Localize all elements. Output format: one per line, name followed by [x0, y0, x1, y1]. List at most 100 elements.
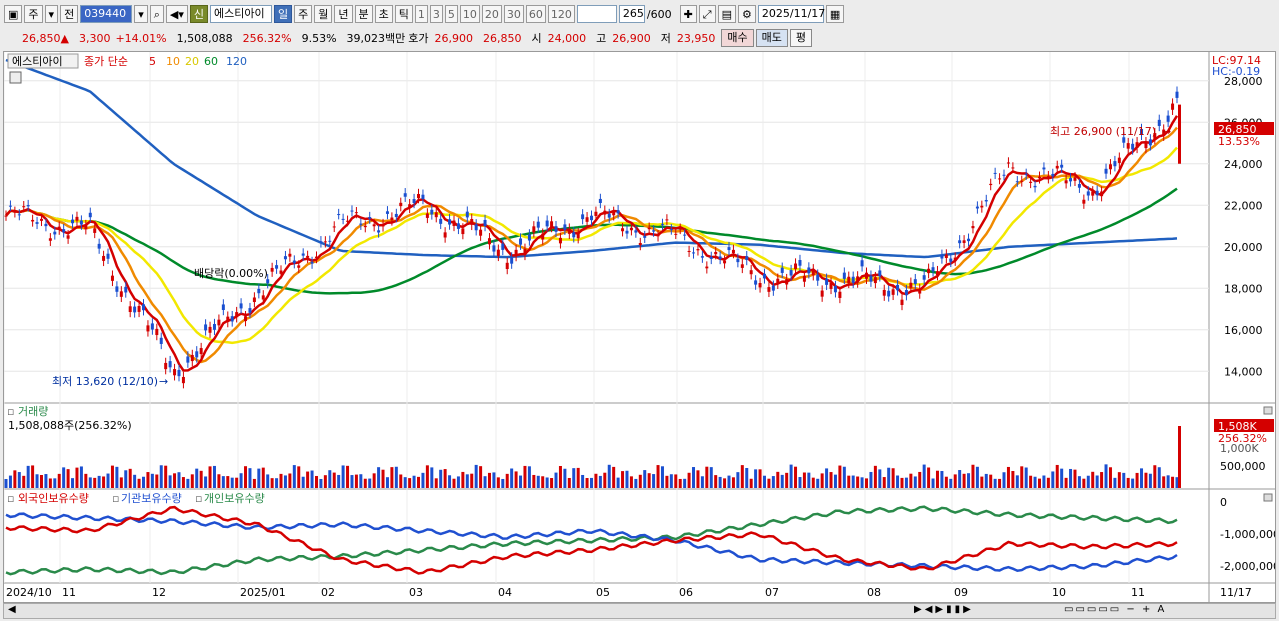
save-icon[interactable]: ▤ — [717, 5, 737, 23]
interval-1[interactable]: 1 — [414, 5, 428, 23]
volume-bar — [878, 469, 882, 488]
ask-price: 26,900 — [434, 31, 474, 45]
chart-panel[interactable]: 에스티아이 종가 단순 5 10 20 60 120 LC:97.14 HC:-… — [3, 51, 1276, 603]
candle-body — [470, 219, 474, 225]
crosshair-icon[interactable]: ✚ — [679, 5, 697, 23]
candle-body — [226, 316, 230, 323]
candle-body — [745, 256, 749, 261]
period-tab-tick[interactable]: 틱 — [394, 5, 413, 23]
volume-bar — [958, 470, 962, 488]
candle-body — [616, 210, 620, 214]
volume-bar — [887, 467, 891, 488]
chart-canvas[interactable]: 에스티아이 종가 단순 5 10 20 60 120 LC:97.14 HC:-… — [4, 52, 1275, 602]
candle-body — [674, 233, 678, 235]
candle-body — [603, 210, 607, 215]
count-input[interactable]: 265 — [618, 5, 645, 23]
volume-bar — [84, 473, 88, 488]
candle-body — [177, 369, 181, 377]
candle-body — [417, 193, 421, 199]
volume-bar — [1135, 472, 1139, 488]
holdings-panel-close-icon[interactable] — [1263, 493, 1273, 502]
volume-value: 1,508,088주(256.32%) — [8, 419, 132, 432]
period-tab-minute[interactable]: 분 — [354, 5, 373, 23]
candle-body — [838, 291, 842, 298]
period-tab-month[interactable]: 월 — [314, 5, 333, 23]
volume-bar — [723, 478, 727, 488]
volume-bar — [230, 477, 234, 488]
candle-body — [572, 232, 576, 238]
zoom-controls-icon[interactable]: ▭▭▭▭▭ − + A — [1064, 604, 1166, 615]
layout-icon[interactable]: ▣ — [4, 5, 23, 23]
interval-5[interactable]: 5 — [444, 5, 458, 23]
search-icon[interactable]: ⌕ — [149, 5, 164, 23]
volume-bar — [1069, 468, 1073, 488]
volume-bar — [523, 465, 527, 488]
volume-bar — [935, 470, 939, 488]
candle-body — [159, 337, 163, 344]
interval-20[interactable]: 20 — [481, 5, 502, 23]
volume-bar — [953, 474, 957, 488]
gear-icon[interactable]: ⚙ — [738, 5, 756, 23]
candle-body — [891, 289, 895, 295]
candle-body — [798, 259, 802, 266]
volume-bar — [26, 465, 30, 488]
custom-interval-input[interactable] — [576, 5, 617, 23]
candle-body — [257, 288, 261, 294]
volume-bar — [102, 476, 106, 488]
chevron-down-icon[interactable]: ▾ — [44, 5, 59, 23]
period-tab-year[interactable]: 년 — [334, 5, 353, 23]
code-dropdown-icon[interactable]: ▾ — [134, 5, 148, 23]
volume-bar — [195, 468, 199, 488]
calendar-icon[interactable]: ▦ — [825, 5, 845, 23]
volume-panel-close-icon[interactable] — [1263, 406, 1273, 415]
type-select[interactable]: 주 — [24, 5, 43, 23]
volume-bar — [181, 477, 185, 488]
volume-bar — [93, 477, 97, 488]
candle-body — [829, 282, 833, 289]
candle-body — [71, 219, 75, 224]
interval-120[interactable]: 120 — [547, 5, 575, 23]
volume-bar — [261, 467, 265, 488]
playback-controls-icon[interactable]: ▶◀▶▮▮▶ — [914, 604, 974, 615]
buy-button[interactable]: 매수 — [721, 29, 754, 47]
table-icon[interactable] — [9, 71, 22, 84]
prev-button[interactable]: 전 — [60, 5, 79, 23]
sell-button[interactable]: 매도 — [755, 29, 788, 47]
candle-body — [621, 228, 625, 232]
candle-body — [541, 233, 545, 240]
period-tab-second[interactable]: 초 — [374, 5, 393, 23]
high-arrow-icon: → — [1162, 125, 1171, 138]
x-axis-label: 03 — [409, 586, 423, 599]
candle-body — [1037, 176, 1041, 179]
new-badge[interactable]: 신 — [189, 5, 208, 23]
candle-body — [137, 306, 141, 312]
interval-3[interactable]: 3 — [429, 5, 443, 23]
candle-body — [230, 316, 234, 322]
volume-bar — [736, 472, 740, 488]
interval-30[interactable]: 30 — [503, 5, 524, 23]
stock-code-input[interactable]: 039440 — [80, 5, 133, 23]
scroll-left-icon[interactable]: ◀ — [8, 604, 16, 615]
volume-bar — [1064, 477, 1068, 488]
volume-bar — [430, 467, 434, 488]
volume-bar — [962, 473, 966, 488]
volume-bar — [1104, 464, 1108, 488]
holdings-tick-0: 0 — [1220, 496, 1227, 509]
volume-bar — [456, 476, 460, 488]
date-input[interactable]: 2025/11/17 — [757, 5, 825, 23]
volume-bar — [1020, 466, 1024, 488]
volume-bar — [119, 477, 123, 488]
candle-body — [696, 249, 700, 251]
interval-60[interactable]: 60 — [525, 5, 546, 23]
draw-tool-icon[interactable]: ⤢ — [698, 5, 716, 23]
x-axis-label: 2025/01 — [240, 586, 286, 599]
price-change: 3,300 — [78, 31, 111, 45]
interval-10[interactable]: 10 — [459, 5, 480, 23]
period-tab-week[interactable]: 주 — [294, 5, 313, 23]
candle-body — [625, 230, 629, 234]
candle-body — [913, 279, 917, 285]
eval-button[interactable]: 평 — [789, 29, 813, 47]
scroll-bar[interactable]: ◀ ▶◀▶▮▮▶ ▭▭▭▭▭ − + A — [3, 603, 1276, 619]
period-tab-day[interactable]: 일 — [274, 5, 293, 23]
speaker-icon[interactable]: ◀▾ — [165, 5, 188, 23]
